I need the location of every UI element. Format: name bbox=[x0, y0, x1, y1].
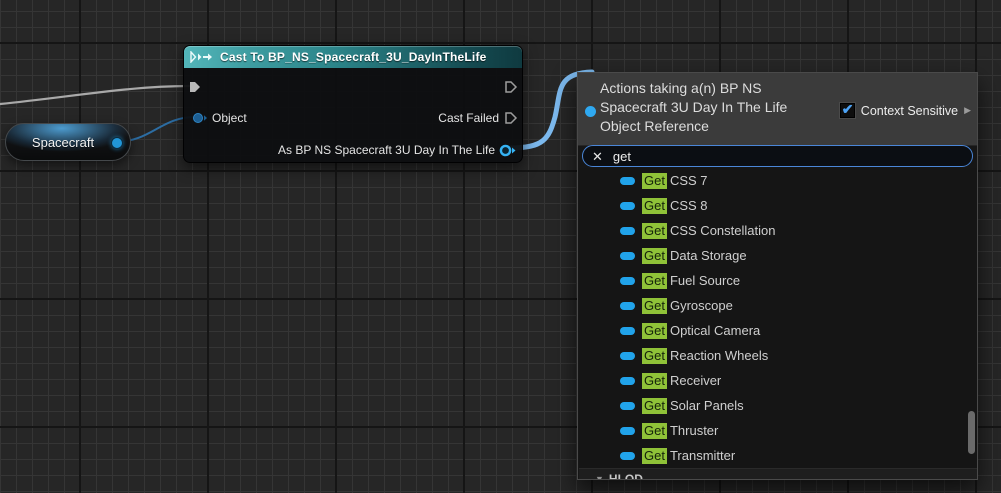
variable-pin-icon bbox=[620, 277, 635, 285]
cast-failed-label: Cast Failed bbox=[438, 111, 499, 125]
category-label: HLOD bbox=[609, 472, 643, 481]
as-output-pin[interactable] bbox=[499, 144, 516, 157]
submenu-arrow-icon[interactable]: ▶ bbox=[964, 105, 971, 116]
action-name: Reaction Wheels bbox=[670, 348, 768, 363]
action-prefix-highlight: Get bbox=[642, 423, 667, 439]
exec-in-pin[interactable] bbox=[188, 80, 202, 94]
cast-node-header[interactable]: Cast To BP_NS_Spacecraft_3U_DayInTheLife bbox=[184, 46, 522, 68]
action-search-input[interactable]: ✕ get bbox=[582, 145, 973, 167]
exec-row bbox=[184, 77, 522, 97]
action-name: Receiver bbox=[670, 373, 721, 388]
cast-icon bbox=[190, 51, 214, 63]
action-name: Thruster bbox=[670, 423, 718, 438]
action-name: Gyroscope bbox=[670, 298, 733, 313]
search-query-text: get bbox=[613, 149, 631, 164]
variable-node-spacecraft[interactable]: Spacecraft bbox=[5, 123, 131, 161]
action-list-item[interactable]: Get Gyroscope bbox=[579, 293, 978, 318]
variable-node-label: Spacecraft bbox=[32, 135, 94, 150]
category-collapse-icon[interactable]: ▼ bbox=[595, 474, 604, 481]
blueprint-action-menu[interactable]: Actions taking a(n) BP NS Spacecraft 3U … bbox=[577, 72, 978, 480]
action-list-item[interactable]: Get Fuel Source bbox=[579, 268, 978, 293]
context-sensitive-label: Context Sensitive bbox=[861, 104, 958, 118]
action-list-item[interactable]: Get Transmitter bbox=[579, 443, 978, 468]
action-prefix-highlight: Get bbox=[642, 448, 667, 464]
cast-node[interactable]: Cast To BP_NS_Spacecraft_3U_DayInTheLife… bbox=[183, 45, 523, 163]
action-prefix-highlight: Get bbox=[642, 248, 667, 264]
action-list: Get CSS 7 Get CSS 8 Get CSS Constellatio… bbox=[579, 168, 978, 468]
action-prefix-highlight: Get bbox=[642, 273, 667, 289]
variable-pin-icon bbox=[620, 302, 635, 310]
action-list-item[interactable]: Get CSS 7 bbox=[579, 168, 978, 193]
action-prefix-highlight: Get bbox=[642, 298, 667, 314]
as-output-label: As BP NS Spacecraft 3U Day In The Life bbox=[278, 143, 495, 157]
cast-failed-pin[interactable] bbox=[504, 111, 518, 125]
action-list-item[interactable]: Get Thruster bbox=[579, 418, 978, 443]
variable-pin-icon bbox=[620, 202, 635, 210]
action-prefix-highlight: Get bbox=[642, 348, 667, 364]
action-menu-header: Actions taking a(n) BP NS Spacecraft 3U … bbox=[578, 73, 977, 146]
cast-node-title: Cast To BP_NS_Spacecraft_3U_DayInTheLife bbox=[220, 50, 487, 64]
action-list-item[interactable]: Get Optical Camera bbox=[579, 318, 978, 343]
action-prefix-highlight: Get bbox=[642, 173, 667, 189]
action-name: CSS 8 bbox=[670, 198, 708, 213]
action-list-item[interactable]: Get Solar Panels bbox=[579, 393, 978, 418]
action-prefix-highlight: Get bbox=[642, 373, 667, 389]
action-prefix-highlight: Get bbox=[642, 198, 667, 214]
object-row: Object Cast Failed bbox=[184, 108, 522, 128]
action-list-item[interactable]: Get CSS Constellation bbox=[579, 218, 978, 243]
variable-pin-icon bbox=[620, 327, 635, 335]
action-list-item[interactable]: Get Receiver bbox=[579, 368, 978, 393]
variable-pin-icon bbox=[620, 352, 635, 360]
variable-pin-icon bbox=[620, 402, 635, 410]
variable-pin-icon bbox=[620, 452, 635, 460]
action-list-item[interactable]: Get Data Storage bbox=[579, 243, 978, 268]
action-prefix-highlight: Get bbox=[642, 223, 667, 239]
action-list-item[interactable]: Get Reaction Wheels bbox=[579, 343, 978, 368]
exec-out-pin[interactable] bbox=[504, 80, 518, 94]
variable-pin-icon bbox=[620, 427, 635, 435]
action-name: CSS 7 bbox=[670, 173, 708, 188]
exec-wire[interactable] bbox=[0, 86, 189, 104]
action-list-item[interactable]: Get CSS 8 bbox=[579, 193, 978, 218]
variable-pin-icon bbox=[620, 177, 635, 185]
action-name: Optical Camera bbox=[670, 323, 760, 338]
action-prefix-highlight: Get bbox=[642, 398, 667, 414]
clear-search-icon[interactable]: ✕ bbox=[592, 150, 603, 163]
variable-pin-icon bbox=[620, 252, 635, 260]
object-pin[interactable] bbox=[192, 112, 208, 124]
object-pin-label: Object bbox=[212, 111, 247, 125]
action-name: Fuel Source bbox=[670, 273, 740, 288]
context-sensitive-checkbox[interactable]: ✔ bbox=[840, 103, 855, 118]
check-icon: ✔ bbox=[842, 101, 854, 118]
blueprint-graph-canvas[interactable]: Spacecraft Cast To BP_NS_Spacecraft_3U_D… bbox=[0, 0, 1001, 493]
as-output-row: As BP NS Spacecraft 3U Day In The Life bbox=[184, 140, 522, 160]
action-prefix-highlight: Get bbox=[642, 323, 667, 339]
action-name: Data Storage bbox=[670, 248, 747, 263]
context-sensitive-group: ✔ Context Sensitive ▶ bbox=[840, 103, 971, 118]
pin-type-icon bbox=[585, 106, 596, 117]
action-name: Transmitter bbox=[670, 448, 735, 463]
variable-pin-icon bbox=[620, 227, 635, 235]
action-name: Solar Panels bbox=[670, 398, 744, 413]
action-name: CSS Constellation bbox=[670, 223, 776, 238]
action-menu-title: Actions taking a(n) BP NS Spacecraft 3U … bbox=[600, 79, 825, 136]
variable-pin-icon bbox=[620, 377, 635, 385]
category-row-hlod[interactable]: ▼ HLOD bbox=[579, 468, 978, 480]
list-scrollbar-thumb[interactable] bbox=[968, 411, 975, 454]
variable-output-pin[interactable] bbox=[111, 137, 123, 149]
